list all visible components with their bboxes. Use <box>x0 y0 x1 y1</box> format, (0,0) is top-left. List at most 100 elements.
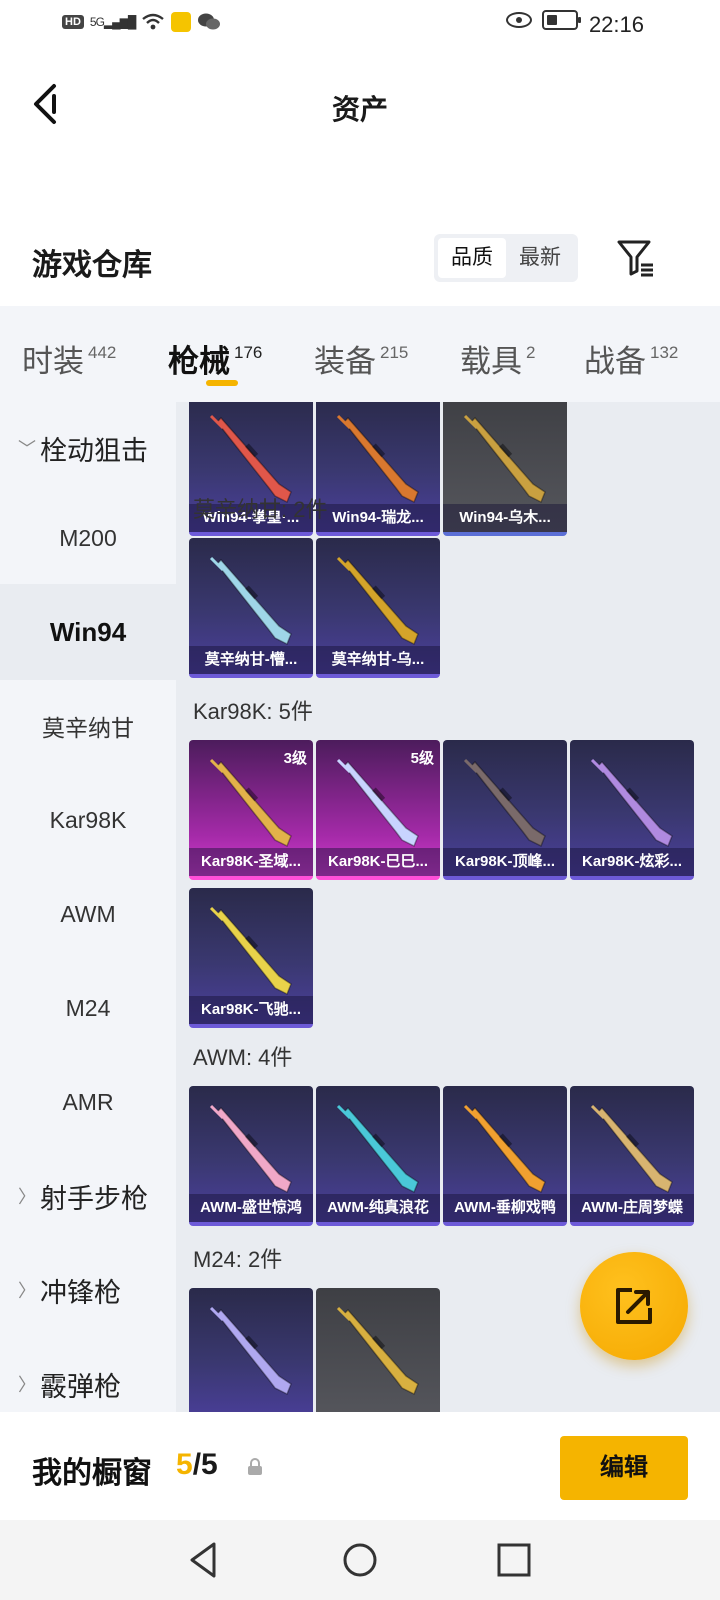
lock-icon <box>248 1458 262 1475</box>
tab-outfits[interactable]: 时装 442 <box>22 336 116 381</box>
system-nav-bar <box>0 1520 720 1600</box>
sort-quality-option[interactable]: 品质 <box>438 238 506 278</box>
sidebar-group-marksman[interactable]: 〉射手步枪 <box>0 1148 176 1244</box>
tab-guns[interactable]: 枪械 176 <box>168 336 262 381</box>
level-badge: 5级 <box>410 750 434 767</box>
nav-back-icon[interactable] <box>184 1538 228 1582</box>
rifle-icon <box>336 758 419 848</box>
sidebar-item-mosin[interactable]: 莫辛纳甘 <box>0 678 176 774</box>
sidebar-item-awm[interactable]: AWM <box>0 866 176 962</box>
active-tab-indicator <box>206 380 238 386</box>
filter-icon[interactable] <box>616 238 656 278</box>
hd-icon: HD <box>62 15 84 29</box>
clock: 22:16 <box>588 12 644 37</box>
weapon-card-name: Kar98K-巳巳... <box>316 848 440 876</box>
weapon-card[interactable]: AWM-庄周梦蝶 <box>570 1086 694 1226</box>
chevron-right-icon: 〉 <box>18 1187 36 1207</box>
sidebar-item-win94[interactable]: Win94 <box>0 584 176 680</box>
nav-recents-icon[interactable] <box>492 1538 536 1582</box>
rifle-icon <box>336 556 419 646</box>
rifle-icon <box>590 1104 673 1194</box>
rifle-icon <box>209 556 292 646</box>
rifle-icon <box>336 414 419 504</box>
section-title: AWM: 4件 <box>193 1045 293 1070</box>
section-title: M24: 2件 <box>193 1247 283 1272</box>
weapon-card-name: AWM-纯真浪花 <box>316 1194 440 1222</box>
weapon-card[interactable]: AWM-盛世惊鸿 <box>189 1086 313 1226</box>
nav-home-icon[interactable] <box>338 1538 382 1582</box>
showcase-label: 我的橱窗 <box>32 1457 152 1490</box>
tab-vehicles[interactable]: 载具 2 <box>460 336 535 381</box>
edit-button[interactable]: 编辑 <box>560 1436 688 1500</box>
tab-supplies[interactable]: 战备 132 <box>584 336 678 381</box>
page-title: 资产 <box>331 94 388 125</box>
weapon-card[interactable]: 莫辛纳甘-乌... <box>316 538 440 678</box>
rifle-icon <box>336 1306 419 1396</box>
weapon-sidebar: ﹀ 栓动狙击 M200 Win94 莫辛纳甘 Kar98K AWM M24 AMR… <box>0 402 176 1412</box>
sidebar-item-amr[interactable]: AMR <box>0 1054 176 1150</box>
sidebar-group-shotgun[interactable]: 〉霰弹枪 <box>0 1336 176 1412</box>
section-title: Kar98K: 5件 <box>193 699 313 724</box>
rifle-icon <box>336 1104 419 1194</box>
rifle-icon <box>209 1104 292 1194</box>
weapon-card-name: AWM-庄周梦蝶 <box>570 1194 694 1222</box>
wechat-icon <box>198 13 221 30</box>
weapon-card[interactable] <box>189 1288 313 1412</box>
wifi-icon <box>142 13 165 30</box>
sidebar-group-bolt-action[interactable]: ﹀ 栓动狙击 <box>0 402 176 496</box>
category-tabs: 时装 442 枪械 176 装备 215 载具 2 战备 132 <box>0 306 720 402</box>
weapon-card[interactable]: AWM-垂柳戏鸭 <box>443 1086 567 1226</box>
weapon-card[interactable]: 3级 Kar98K-圣域... <box>189 740 313 880</box>
rifle-icon <box>209 906 292 996</box>
warehouse-title: 游戏仓库 <box>32 249 152 282</box>
sidebar-group-smg[interactable]: 〉冲锋枪 <box>0 1242 176 1338</box>
weapon-card-name: AWM-盛世惊鸿 <box>189 1194 313 1222</box>
section-title: 莫辛纳甘: 2件 <box>193 497 328 522</box>
weapon-card-name: Kar98K-顶峰... <box>443 848 567 876</box>
weapon-card-name: Win94-乌木... <box>443 504 567 532</box>
status-bar: HD 5G▂▄▆█ 22:16 <box>0 0 720 50</box>
sidebar-item-m24[interactable]: M24 <box>0 960 176 1056</box>
chevron-right-icon: 〉 <box>18 1375 36 1395</box>
showcase-count: 5/5 <box>176 1448 218 1481</box>
sidebar-item-m200[interactable]: M200 <box>0 490 176 586</box>
sort-newest-option[interactable]: 最新 <box>506 238 574 278</box>
eye-icon <box>506 12 532 28</box>
status-icons-right <box>506 10 581 30</box>
weapon-card-name: Kar98K-圣域... <box>189 848 313 876</box>
weapon-card[interactable]: AWM-纯真浪花 <box>316 1086 440 1226</box>
rifle-icon <box>463 1104 546 1194</box>
weapon-card-name: 莫辛纳甘-乌... <box>316 646 440 674</box>
level-badge: 3级 <box>283 750 307 767</box>
weapon-card-name: 莫辛纳甘-懵... <box>189 646 313 674</box>
weapon-card-name: AWM-垂柳戏鸭 <box>443 1194 567 1222</box>
signal-icon: 5G▂▄▆█ <box>89 15 136 29</box>
weapon-card[interactable]: Kar98K-飞驰... <box>189 888 313 1028</box>
weapon-card[interactable]: 莫辛纳甘-懵... <box>189 538 313 678</box>
weapon-card-name: Kar98K-飞驰... <box>189 996 313 1024</box>
weapon-card[interactable] <box>316 1288 440 1412</box>
rifle-icon <box>590 758 673 848</box>
weapon-card[interactable]: Win94-乌木... <box>443 402 567 536</box>
weapon-card[interactable]: Kar98K-炫彩... <box>570 740 694 880</box>
rifle-icon <box>463 414 546 504</box>
chevron-down-icon: ﹀ <box>18 439 36 459</box>
sidebar-item-kar98k[interactable]: Kar98K <box>0 772 176 868</box>
tab-gear[interactable]: 装备 215 <box>314 336 408 381</box>
weapon-card[interactable]: Win94-瑞龙... <box>316 402 440 536</box>
status-icons-left: HD 5G▂▄▆█ <box>62 12 221 32</box>
app-header: 资产 <box>0 60 720 146</box>
rifle-icon <box>463 758 546 848</box>
share-button[interactable] <box>580 1252 688 1360</box>
showcase-bar: 我的橱窗 5/5 编辑 <box>0 1412 720 1520</box>
share-icon <box>616 1288 652 1324</box>
weapon-card[interactable]: 5级 Kar98K-巳巳... <box>316 740 440 880</box>
weapon-card-name: Kar98K-炫彩... <box>570 848 694 876</box>
battery-icon <box>542 10 581 30</box>
weapon-card[interactable]: Kar98K-顶峰... <box>443 740 567 880</box>
chevron-right-icon: 〉 <box>18 1281 36 1301</box>
app-notification-icon <box>171 12 192 32</box>
rifle-icon <box>209 1306 292 1396</box>
rifle-icon <box>209 758 292 848</box>
sort-toggle: 品质 最新 <box>434 234 578 282</box>
